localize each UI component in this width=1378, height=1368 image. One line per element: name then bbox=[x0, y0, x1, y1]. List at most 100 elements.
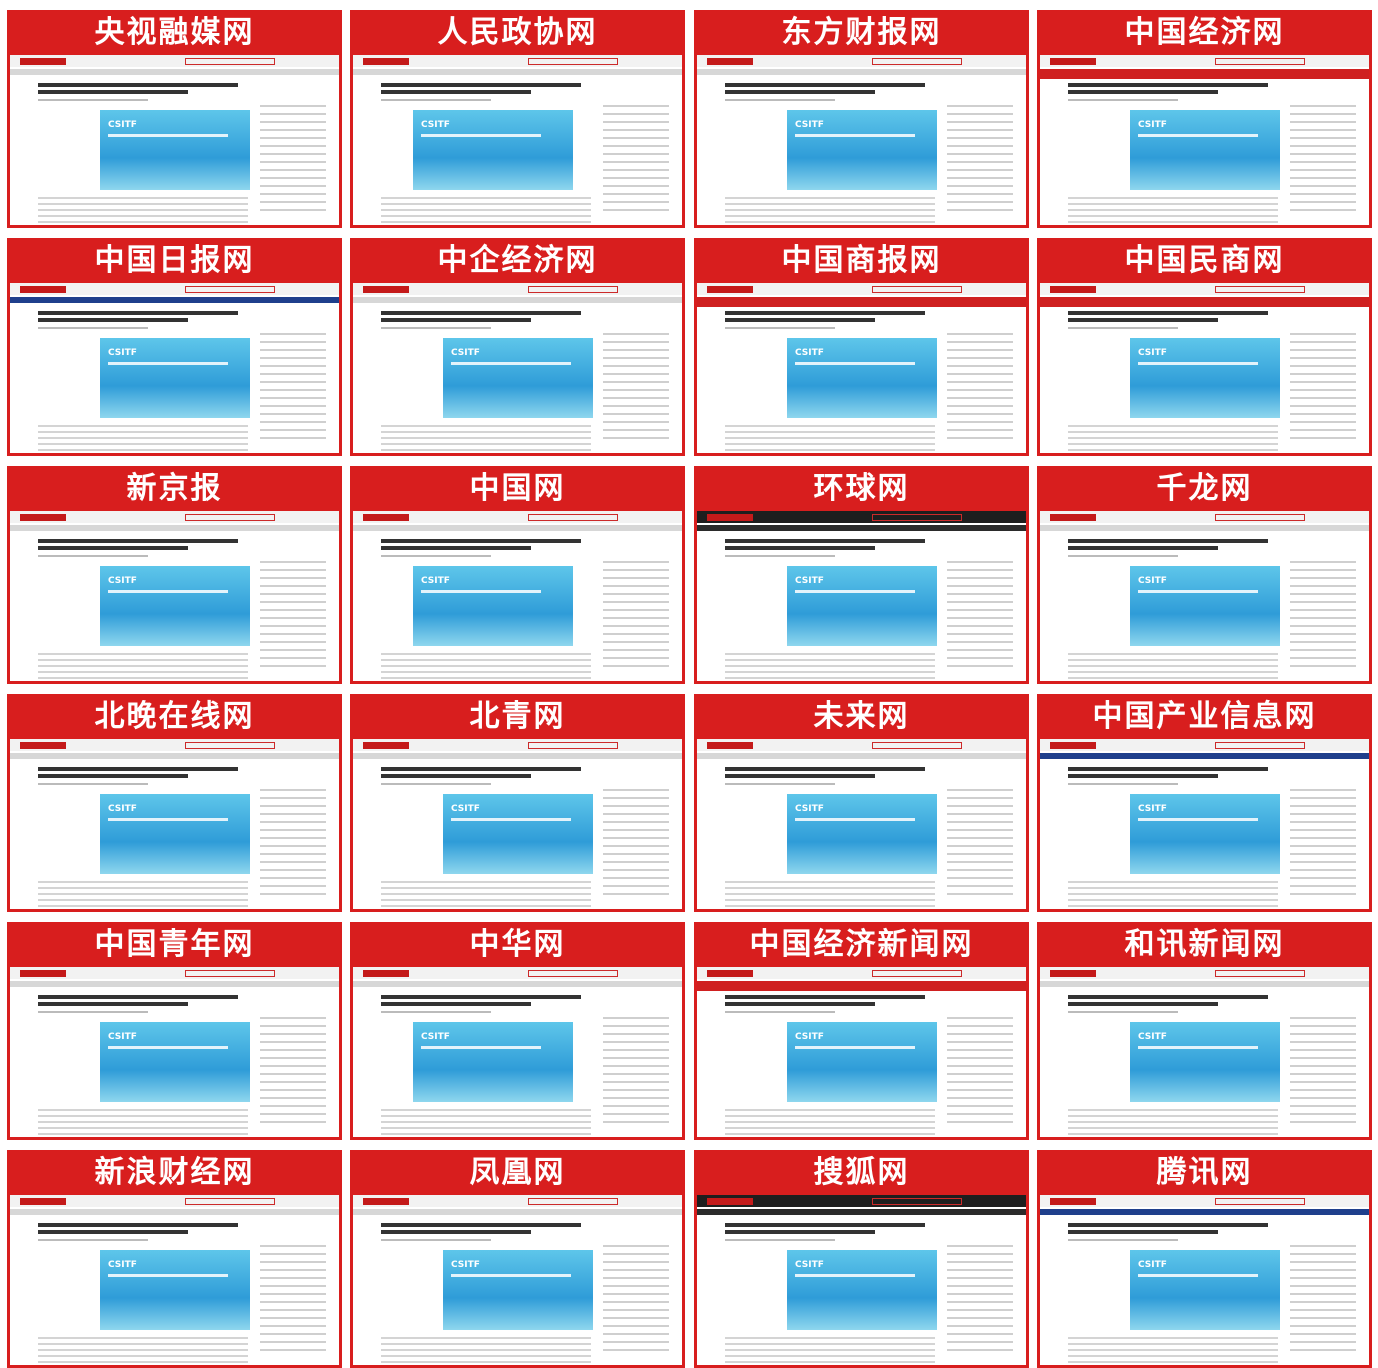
media-outlet-name: 和讯新闻网 bbox=[1124, 927, 1285, 962]
article-headline-line bbox=[381, 318, 531, 322]
article-screenshot: CSITF bbox=[353, 283, 682, 453]
article-body-text bbox=[725, 425, 935, 451]
article-image-caption-bar bbox=[108, 590, 228, 593]
site-nav-bar bbox=[10, 1209, 339, 1215]
site-sidebar bbox=[1290, 1017, 1356, 1127]
site-search-box bbox=[185, 286, 275, 293]
article-headline-line bbox=[381, 995, 581, 999]
site-nav-bar bbox=[697, 69, 1026, 75]
article-image-tag: CSITF bbox=[421, 576, 450, 586]
article-headline-line bbox=[38, 539, 238, 543]
media-outlet-name: 中国民商网 bbox=[1124, 243, 1285, 278]
site-logo bbox=[1050, 514, 1096, 521]
media-outlet-name: 中华网 bbox=[469, 927, 566, 962]
article-image-caption-bar bbox=[108, 362, 228, 365]
article-body-text bbox=[725, 881, 935, 907]
media-outlet-name: 未来网 bbox=[813, 699, 910, 734]
article-body-text bbox=[381, 881, 591, 907]
site-search-box bbox=[1215, 1198, 1305, 1205]
media-outlet-name: 中国商报网 bbox=[781, 243, 942, 278]
article-image-caption-bar bbox=[421, 134, 541, 137]
article-headline-line bbox=[38, 1223, 238, 1227]
article-body-text bbox=[1068, 653, 1278, 679]
article-headline-line bbox=[38, 318, 188, 322]
article-screenshot: CSITF bbox=[697, 967, 1026, 1137]
site-logo bbox=[363, 970, 409, 977]
article-image-tag: CSITF bbox=[795, 120, 824, 130]
site-logo bbox=[707, 58, 753, 65]
article-body-text bbox=[38, 653, 248, 679]
site-sidebar bbox=[603, 561, 669, 671]
media-card: 中华网 CSITF bbox=[350, 922, 685, 1140]
article-image-caption-bar bbox=[108, 818, 228, 821]
article-headline-line bbox=[725, 83, 925, 87]
site-search-box bbox=[872, 514, 962, 521]
article-image-caption-bar bbox=[108, 1046, 228, 1049]
article-image-caption-bar bbox=[421, 1046, 541, 1049]
article-meta-line bbox=[725, 1011, 835, 1013]
site-search-box bbox=[872, 58, 962, 65]
media-outlet-name: 千龙网 bbox=[1156, 471, 1253, 506]
site-sidebar bbox=[1290, 561, 1356, 671]
article-meta-line bbox=[38, 99, 148, 101]
site-logo bbox=[1050, 1198, 1096, 1205]
site-search-box bbox=[1215, 286, 1305, 293]
article-headline-line bbox=[381, 1223, 581, 1227]
article-image-caption-bar bbox=[451, 818, 571, 821]
article-meta-line bbox=[38, 1011, 148, 1013]
media-card: 凤凰网 CSITF bbox=[350, 1150, 685, 1368]
article-image-caption-bar bbox=[108, 1274, 228, 1277]
site-sidebar bbox=[947, 333, 1013, 443]
article-image-tag: CSITF bbox=[451, 1260, 480, 1270]
site-search-box bbox=[185, 58, 275, 65]
site-search-box bbox=[528, 742, 618, 749]
media-card: 北晚在线网 CSITF bbox=[7, 694, 342, 912]
article-banner-image: CSITF bbox=[1130, 566, 1280, 646]
site-nav-bar bbox=[353, 525, 682, 531]
article-headline-line bbox=[38, 83, 238, 87]
article-headline-line bbox=[725, 546, 875, 550]
article-banner-image: CSITF bbox=[100, 1250, 250, 1330]
media-card: 千龙网 CSITF bbox=[1037, 466, 1372, 684]
media-card: 新京报 CSITF bbox=[7, 466, 342, 684]
article-body-text bbox=[1068, 197, 1278, 223]
article-image-caption-bar bbox=[1138, 1046, 1258, 1049]
article-image-tag: CSITF bbox=[1138, 576, 1167, 586]
article-headline-line bbox=[38, 995, 238, 999]
article-body-text bbox=[381, 1337, 591, 1363]
article-banner-image: CSITF bbox=[413, 110, 573, 190]
media-outlet-name: 中国日报网 bbox=[94, 243, 255, 278]
article-screenshot: CSITF bbox=[697, 511, 1026, 681]
article-screenshot: CSITF bbox=[353, 1195, 682, 1365]
article-image-tag: CSITF bbox=[108, 804, 137, 814]
article-headline-line bbox=[38, 311, 238, 315]
site-sidebar bbox=[260, 1245, 326, 1355]
article-image-tag: CSITF bbox=[1138, 1260, 1167, 1270]
article-image-tag: CSITF bbox=[1138, 804, 1167, 814]
article-body-text bbox=[1068, 1109, 1278, 1135]
site-nav-bar bbox=[697, 753, 1026, 759]
article-image-tag: CSITF bbox=[108, 348, 137, 358]
article-headline-line bbox=[1068, 1002, 1218, 1006]
article-screenshot: CSITF bbox=[1040, 511, 1369, 681]
site-search-box bbox=[872, 1198, 962, 1205]
article-body-text bbox=[725, 197, 935, 223]
article-headline-line bbox=[38, 774, 188, 778]
site-search-box bbox=[872, 286, 962, 293]
article-headline-line bbox=[1068, 774, 1218, 778]
article-image-caption-bar bbox=[421, 590, 541, 593]
article-image-caption-bar bbox=[795, 1046, 915, 1049]
article-image-caption-bar bbox=[451, 362, 571, 365]
article-body-text bbox=[1068, 425, 1278, 451]
article-headline-line bbox=[725, 767, 925, 771]
article-body-text bbox=[381, 1109, 591, 1135]
article-headline-line bbox=[725, 1230, 875, 1234]
article-image-caption-bar bbox=[795, 1274, 915, 1277]
article-banner-image: CSITF bbox=[100, 1022, 250, 1102]
article-image-tag: CSITF bbox=[795, 1032, 824, 1042]
article-screenshot: CSITF bbox=[10, 967, 339, 1137]
site-sidebar bbox=[260, 561, 326, 671]
article-headline-line bbox=[725, 318, 875, 322]
article-banner-image: CSITF bbox=[100, 110, 250, 190]
article-headline-line bbox=[381, 767, 581, 771]
